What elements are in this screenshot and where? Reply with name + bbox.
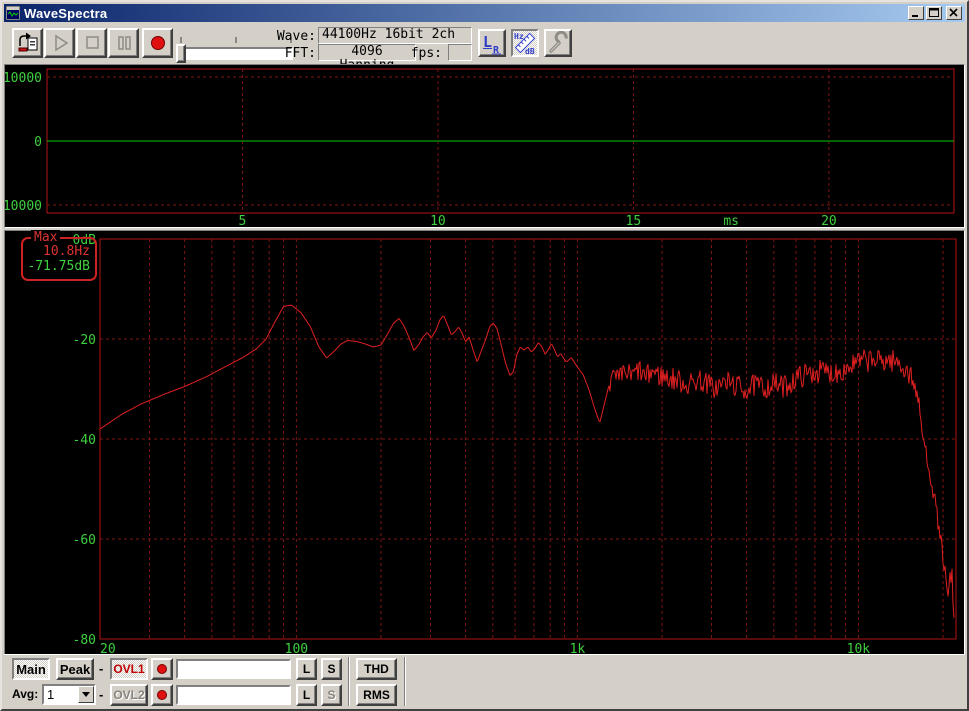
toolbar: Wave: 44100Hz 16bit 2ch FFT: 4096 Hannin… [4, 22, 965, 73]
maximize-icon [929, 8, 939, 17]
minimize-button[interactable] [908, 6, 924, 20]
app-window: WaveSpectra Wave: 44100Hz 16bit 2ch FFT:… [0, 0, 969, 711]
spectrum-panel: 0dB -20 -40 -60 -80 20 100 1k 10k Max 10.8Hz -71… [4, 230, 965, 658]
waveform-panel: 10000 0 -10000 5 10 15 20 ms [2, 64, 965, 229]
svg-text:0: 0 [34, 135, 42, 150]
stop-icon [85, 36, 99, 49]
position-slider-thumb[interactable] [176, 44, 186, 63]
svg-text:-20: -20 [73, 333, 96, 348]
svg-text:15: 15 [626, 214, 642, 225]
avg-label: Avg: [12, 687, 39, 701]
avg-count-dropdown[interactable]: 1 [42, 684, 96, 705]
max-level-value: -71.75dB [27, 259, 90, 274]
window-title: WaveSpectra [24, 5, 108, 21]
ovl1-load-button[interactable]: L [296, 658, 317, 680]
overlay1-name-field[interactable] [176, 659, 291, 679]
record-dot-icon [157, 690, 167, 700]
separator-groove-2 [404, 657, 406, 706]
hz-db-scale-icon: Hz dB [514, 32, 536, 55]
rms-button[interactable]: RMS [356, 684, 397, 706]
dash-separator-1: - [99, 661, 104, 676]
dropdown-arrow-button[interactable] [78, 686, 94, 703]
thd-button[interactable]: THD [356, 658, 397, 680]
titlebar: WaveSpectra [4, 4, 965, 22]
fps-label: fps: [410, 46, 442, 61]
waveform-plot: 10000 0 -10000 5 10 15 20 ms [2, 68, 955, 229]
settings-wrench-button[interactable] [544, 29, 572, 57]
svg-text:5: 5 [239, 214, 247, 225]
record-dot-icon [157, 664, 167, 674]
max-frequency-value: 10.8Hz [43, 244, 90, 259]
ovl1-record-button[interactable] [151, 658, 173, 680]
play-button[interactable] [44, 28, 75, 58]
fft-label: FFT: [284, 46, 316, 61]
separator-groove-1 [348, 657, 350, 706]
max-readout-box: Max 10.8Hz -71.75dB [21, 230, 97, 281]
pause-icon [117, 36, 131, 50]
svg-text:10000: 10000 [5, 71, 42, 86]
close-icon [949, 8, 958, 17]
svg-text:20: 20 [821, 214, 837, 225]
svg-text:10: 10 [430, 214, 446, 225]
hz-db-scale-button[interactable]: Hz dB [511, 29, 539, 57]
record-icon [150, 36, 165, 50]
overlay2-name-field[interactable] [176, 685, 291, 705]
ovl2-record-button[interactable] [151, 684, 173, 706]
dropdown-arrow-icon [82, 692, 90, 697]
ovl2-save-button[interactable]: S [321, 684, 342, 706]
close-button[interactable] [946, 6, 962, 20]
ovl1-save-button[interactable]: S [321, 658, 342, 680]
ovl2-load-button[interactable]: L [296, 684, 317, 706]
bottom-control-bar: Main Peak - OVL1 L S THD Avg: 1 - OVL2 L… [4, 654, 965, 707]
record-button[interactable] [142, 28, 173, 58]
channel-lr-icon: L R [483, 33, 501, 55]
fps-display [448, 44, 472, 61]
svg-text:Hz: Hz [514, 32, 524, 41]
main-toggle-button[interactable]: Main [12, 658, 50, 680]
svg-text:-40: -40 [73, 433, 96, 448]
avg-count-value: 1 [47, 687, 55, 702]
max-readout-title: Max [31, 230, 61, 245]
svg-text:dB: dB [525, 47, 535, 55]
app-icon [6, 6, 20, 20]
svg-text:-80: -80 [73, 633, 96, 648]
pause-button[interactable] [108, 28, 139, 58]
maximize-button[interactable] [926, 6, 942, 20]
ovl1-toggle-button[interactable]: OVL1 [110, 658, 148, 680]
svg-text:ms: ms [723, 214, 739, 225]
play-icon [54, 34, 68, 52]
open-file-icon [18, 32, 37, 52]
ovl2-toggle-button[interactable]: OVL2 [110, 684, 148, 706]
spectrum-plot: 0dB-20-40-60-8020 100 1k 10k [73, 233, 957, 657]
dash-separator-2: - [99, 687, 104, 702]
settings-wrench-icon [549, 31, 568, 53]
svg-text:-10000: -10000 [5, 199, 42, 214]
stop-button[interactable] [76, 28, 107, 58]
channel-lr-button[interactable]: L R [478, 29, 506, 57]
wave-label: Wave: [276, 29, 316, 44]
svg-text:-60: -60 [73, 533, 96, 548]
wave-format-display: 44100Hz 16bit 2ch [318, 27, 472, 44]
open-file-button[interactable] [12, 28, 43, 58]
peak-toggle-button[interactable]: Peak [56, 658, 94, 680]
minimize-icon [912, 15, 918, 17]
